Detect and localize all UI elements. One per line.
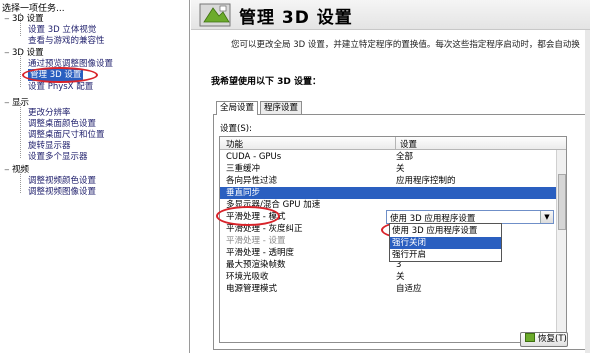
tree-item-label: 调整视频颜色设置 (28, 176, 97, 186)
feature-cell: 平滑处理 - 透明度 (226, 248, 294, 258)
vertical-scrollbar[interactable] (556, 150, 566, 342)
table-row[interactable]: 电源管理模式 自适应 (220, 283, 566, 295)
task-tree-panel: 选择一项任务... −3D 设置 设置 3D 立体视觉 查看与游戏的兼容性 −3D 设… (0, 0, 190, 353)
restore-button[interactable]: 恢复(T) (520, 332, 568, 347)
setting-cell: 关 (396, 272, 405, 282)
option-force-off[interactable]: 强行关闭 (390, 237, 501, 249)
settings-prompt: 我希望使用以下 3D 设置： (211, 77, 322, 87)
feature-cell: 平滑处理 - 灰度纠正 (226, 224, 303, 234)
chevron-down-icon[interactable]: ▼ (540, 211, 553, 223)
tree-item-label: 设置多个显示器 (28, 152, 88, 162)
feature-cell: 最大预渲染帧数 (226, 260, 286, 270)
feature-cell: 平滑处理 - 模式 (226, 212, 286, 222)
tree-category[interactable]: −视频 (4, 164, 29, 176)
tree-item-label: 调整视频图像设置 (28, 187, 97, 197)
setting-cell: 自适应 (396, 284, 422, 294)
feature-cell: 多显示器/混合 GPU 加速 (226, 200, 321, 210)
feature-cell: 电源管理模式 (226, 284, 278, 294)
grid-header: 功能 设置 (220, 137, 566, 150)
tree-item[interactable]: 调整视频图像设置 (28, 186, 96, 198)
tree-item-label: 设置 PhysX 配置 (28, 82, 94, 92)
tree-connector (20, 13, 21, 37)
feature-cell: 垂直同步 (226, 188, 261, 198)
column-header-setting[interactable]: 设置 (400, 138, 417, 150)
setting-cell: 应用程序控制的 (396, 176, 456, 186)
table-row[interactable]: 三重缓冲 关 (220, 163, 566, 175)
tree-connector (20, 54, 21, 88)
tree-item-label: 调整桌面颜色设置 (28, 119, 97, 129)
tree-collapse-icon[interactable]: − (4, 13, 12, 25)
tree-collapse-icon[interactable]: − (4, 97, 12, 109)
vsync-setting-dropdown[interactable]: 使用 3D 应用程序设置 ▼ (386, 210, 554, 224)
tree-connector (20, 170, 21, 194)
tree-item-label: 旋转显示器 (28, 141, 71, 151)
table-row[interactable]: CUDA - GPUs 全部 (220, 151, 566, 163)
option-force-on[interactable]: 强行开启 (390, 249, 501, 261)
table-row[interactable]: 垂直同步 (220, 187, 566, 199)
scrollbar-thumb[interactable] (558, 174, 566, 230)
feature-cell: 三重缓冲 (226, 164, 261, 174)
page-header: 管理 3D 设置 (191, 0, 590, 30)
restore-label: 恢复(T) (538, 334, 567, 344)
tree-item-label: 设置 3D 立体视觉 (28, 25, 97, 35)
table-row[interactable]: 环境光吸收 关 (220, 271, 566, 283)
tree-item[interactable]: 管理 3D 设置 (28, 69, 84, 81)
table-row[interactable]: 各向异性过滤 应用程序控制的 (220, 175, 566, 187)
tree-collapse-icon[interactable]: − (4, 47, 12, 59)
tree-item[interactable]: 设置多个显示器 (28, 151, 88, 163)
column-divider[interactable] (395, 137, 396, 150)
setting-cell: 全部 (396, 152, 414, 162)
tab-program-settings[interactable]: 程序设置 (260, 101, 303, 114)
tree-item-label: 更改分辨率 (28, 108, 71, 118)
content-area: 管理 3D 设置 您可以更改全局 3D 设置，并建立特定程序的置换值。每次这些指… (191, 0, 590, 353)
feature-cell: 环境光吸收 (226, 272, 269, 282)
tree-item[interactable]: 查看与游戏的兼容性 (28, 35, 105, 47)
tab-global-settings[interactable]: 全局设置 (216, 101, 259, 115)
page-description: 您可以更改全局 3D 设置，并建立特定程序的置换值。每次这些指定程序启动时，都会… (231, 40, 580, 50)
dropdown-options: 使用 3D 应用程序设置 强行关闭 强行开启 (389, 223, 502, 262)
page-title: 管理 3D 设置 (239, 8, 353, 28)
tree-item-label: 3D 设置 (12, 14, 44, 24)
right-edge (585, 30, 590, 353)
3d-settings-icon (199, 3, 231, 27)
global-settings-panel: 设置(S): 功能 设置 CUDA - GPUs 全部 三重缓冲关各向异性过滤 应用程… (213, 114, 588, 350)
tree-item-label: 管理 3D 设置 (30, 70, 82, 80)
tree-item-label: 查看与游戏的兼容性 (28, 36, 105, 46)
option-use-app-setting[interactable]: 使用 3D 应用程序设置 (390, 225, 501, 237)
feature-cell: 平滑处理 - 设置 (226, 236, 286, 246)
tree-collapse-icon[interactable]: − (4, 164, 12, 176)
settings-label: 设置(S): (220, 124, 252, 134)
column-header-feature[interactable]: 功能 (226, 138, 243, 150)
setting-cell: 关 (396, 164, 405, 174)
tree-category[interactable]: −显示 (4, 97, 29, 109)
feature-cell: CUDA - GPUs (226, 152, 282, 162)
nvidia-logo-icon (525, 333, 535, 342)
feature-cell: 各向异性过滤 (226, 176, 278, 186)
tree-item-label: 调整桌面尺寸和位置 (28, 130, 105, 140)
tree-connector (20, 103, 21, 159)
tree-item-label: 通过预览调整图像设置 (28, 59, 114, 69)
tree-item-label: 3D 设置 (12, 48, 44, 58)
tree-item[interactable]: 设置 PhysX 配置 (28, 81, 93, 93)
